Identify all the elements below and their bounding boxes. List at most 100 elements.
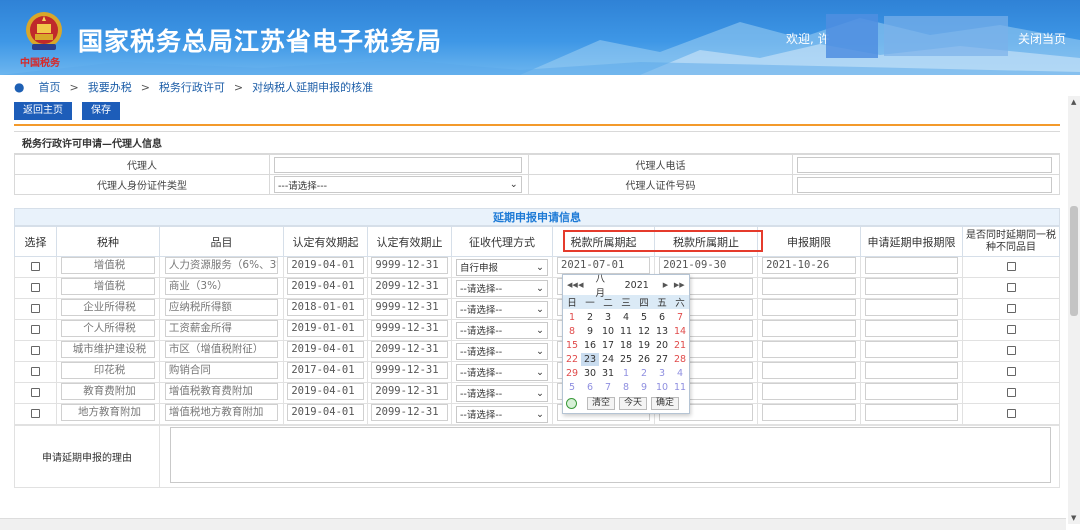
calendar-day[interactable]: 7 — [671, 311, 689, 324]
deadline-field[interactable] — [762, 383, 856, 400]
deadline-field[interactable] — [762, 404, 856, 421]
item-field[interactable]: 增值税地方教育附加 — [164, 404, 279, 421]
item-field[interactable]: 购销合同 — [164, 362, 279, 379]
form-scroll-area[interactable]: 税务行政许可申请—代理人信息 代理人 代理人电话 代理人身份证件类型 ---请选… — [14, 126, 1060, 524]
same-tax-checkbox[interactable] — [1006, 282, 1016, 292]
tax-field[interactable]: 增值税 — [61, 257, 155, 274]
end-field[interactable]: 2099-12-31 — [371, 278, 448, 295]
same-tax-checkbox[interactable] — [1006, 261, 1016, 271]
extended-deadline-field[interactable] — [865, 404, 958, 421]
calendar-day[interactable]: 22 — [563, 353, 581, 366]
calendar-day[interactable]: 28 — [671, 353, 689, 366]
period_end-field[interactable]: 2021-09-30 — [659, 257, 753, 274]
calendar-day[interactable]: 31 — [599, 367, 617, 380]
calendar-day[interactable]: 15 — [563, 339, 581, 352]
calendar-day[interactable]: 13 — [653, 325, 671, 338]
start-field[interactable]: 2018-01-01 — [287, 299, 364, 316]
id-no-input[interactable] — [797, 176, 1053, 193]
scroll-thumb[interactable] — [1070, 206, 1078, 316]
same-tax-checkbox[interactable] — [1006, 408, 1016, 418]
calendar-day[interactable]: 18 — [617, 339, 635, 352]
calendar-day[interactable]: 10 — [599, 325, 617, 338]
end-field[interactable]: 9999-12-31 — [371, 299, 448, 316]
mode-select[interactable]: --请选择-- ⌄ — [456, 321, 548, 339]
row-checkbox[interactable] — [31, 282, 40, 292]
mode-select[interactable]: --请选择-- ⌄ — [456, 279, 548, 297]
tax-field[interactable]: 教育费附加 — [61, 383, 155, 400]
vertical-scrollbar[interactable]: ▲ ▼ — [1068, 96, 1080, 524]
row-checkbox[interactable] — [31, 324, 40, 334]
extended-deadline-field[interactable] — [865, 362, 958, 379]
start-field[interactable]: 2019-04-01 — [287, 404, 364, 421]
mode-select[interactable]: --请选择-- ⌄ — [456, 384, 548, 402]
deadline-field[interactable] — [762, 299, 856, 316]
calendar-day[interactable]: 14 — [671, 325, 689, 338]
next-year-icon[interactable]: ▶▶ — [674, 281, 685, 289]
ok-button[interactable]: 确定 — [651, 397, 680, 410]
breadcrumb-item[interactable]: 首页 — [38, 79, 60, 95]
extended-deadline-field[interactable] — [865, 383, 958, 400]
calendar-year[interactable]: 2021 — [625, 280, 649, 291]
mode-select[interactable]: 自行申报 ⌄ — [456, 258, 548, 276]
tax-field[interactable]: 印花税 — [61, 362, 155, 379]
same-tax-checkbox[interactable] — [1006, 345, 1016, 355]
calendar-day[interactable]: 9 — [635, 381, 653, 394]
calendar-day[interactable]: 30 — [581, 367, 599, 380]
calendar-day[interactable]: 1 — [563, 311, 581, 324]
breadcrumb-item[interactable]: 对纳税人延期申报的核准 — [252, 79, 373, 95]
item-field[interactable]: 市区（增值税附征） — [164, 341, 279, 358]
calendar-day[interactable]: 2 — [635, 367, 653, 380]
agent-input[interactable] — [274, 156, 522, 173]
prev-month-icon[interactable]: ◀ — [578, 281, 595, 289]
start-field[interactable]: 2019-01-01 — [287, 320, 364, 337]
close-page-link[interactable]: 关闭当页 — [1018, 30, 1066, 47]
next-month-icon[interactable]: ▶ — [663, 281, 674, 289]
calendar-day[interactable]: 3 — [599, 311, 617, 324]
deadline-field[interactable] — [762, 341, 856, 358]
end-field[interactable]: 9999-12-31 — [371, 362, 448, 379]
calendar-day[interactable]: 16 — [581, 339, 599, 352]
tax-field[interactable]: 城市维护建设税 — [61, 341, 155, 358]
calendar-day[interactable]: 17 — [599, 339, 617, 352]
deadline-field[interactable] — [762, 320, 856, 337]
deadline-field[interactable] — [762, 362, 856, 379]
agent-phone-input[interactable] — [797, 156, 1053, 173]
today-button[interactable]: 今天 — [619, 397, 648, 410]
calendar-day[interactable]: 23 — [581, 353, 599, 366]
item-field[interactable]: 增值税教育费附加 — [164, 383, 279, 400]
scroll-down-icon[interactable]: ▼ — [1071, 514, 1076, 522]
end-field[interactable]: 2099-12-31 — [371, 383, 448, 400]
save-button[interactable]: 保存 — [82, 102, 120, 120]
calendar-day[interactable]: 10 — [653, 381, 671, 394]
row-checkbox[interactable] — [31, 261, 40, 271]
row-checkbox[interactable] — [31, 345, 40, 355]
scroll-up-icon[interactable]: ▲ — [1071, 98, 1076, 106]
start-field[interactable]: 2019-04-01 — [287, 341, 364, 358]
id-type-select[interactable]: ---请选择--- ⌄ — [274, 176, 522, 193]
extended-deadline-field[interactable] — [865, 257, 958, 274]
calendar-day[interactable]: 4 — [671, 367, 689, 380]
extended-deadline-field[interactable] — [865, 278, 958, 295]
calendar-day[interactable]: 8 — [617, 381, 635, 394]
row-checkbox[interactable] — [31, 303, 40, 313]
prev-year-icon[interactable]: ◀◀ — [567, 281, 578, 289]
calendar-day[interactable]: 5 — [563, 381, 581, 394]
mode-select[interactable]: --请选择-- ⌄ — [456, 342, 548, 360]
extended-deadline-field[interactable] — [865, 299, 958, 316]
same-tax-checkbox[interactable] — [1006, 387, 1016, 397]
calendar-day[interactable]: 7 — [599, 381, 617, 394]
calendar-day[interactable]: 21 — [671, 339, 689, 352]
tax-field[interactable]: 增值税 — [61, 278, 155, 295]
same-tax-checkbox[interactable] — [1006, 303, 1016, 313]
same-tax-checkbox[interactable] — [1006, 324, 1016, 334]
reason-textarea[interactable] — [169, 427, 1051, 483]
end-field[interactable]: 2099-12-31 — [371, 404, 448, 421]
extended-deadline-field[interactable] — [865, 320, 958, 337]
mode-select[interactable]: --请选择-- ⌄ — [456, 363, 548, 381]
row-checkbox[interactable] — [31, 366, 40, 376]
item-field[interactable]: 应纳税所得额 — [164, 299, 279, 316]
item-field[interactable]: 人力资源服务（6%、3% — [164, 257, 279, 274]
start-field[interactable]: 2019-04-01 — [287, 383, 364, 400]
item-field[interactable]: 商业（3%） — [164, 278, 279, 295]
calendar-day[interactable]: 11 — [671, 381, 689, 394]
